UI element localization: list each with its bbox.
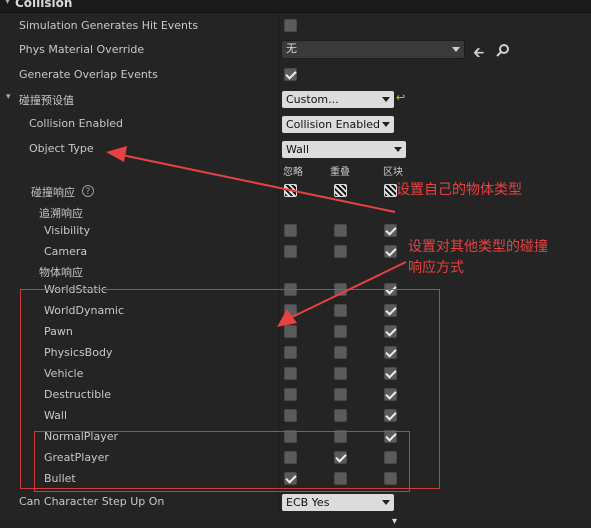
annotation-arrows [106, 146, 407, 327]
arrow-head-object-responses [277, 309, 297, 327]
arrow-to-object-type [121, 154, 396, 213]
arrow-to-object-responses [291, 261, 407, 318]
arrow-head-object-type [106, 146, 127, 162]
